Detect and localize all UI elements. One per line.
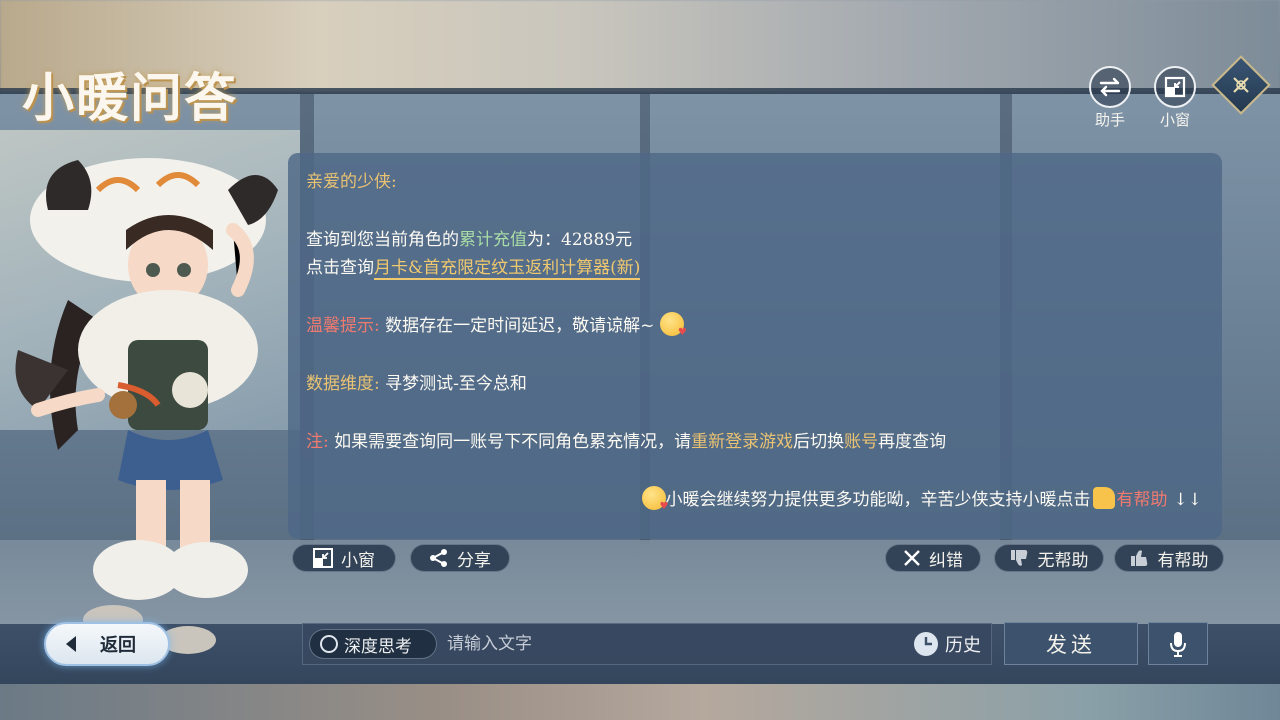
kiss-emoji-icon: [641, 486, 668, 512]
note-text-2: 后切换: [793, 432, 845, 452]
dimension-line: 数据维度: 寻梦测试-至今总和: [306, 369, 527, 394]
correct-error-button[interactable]: 纠错: [885, 544, 981, 572]
voice-input-button[interactable]: [1148, 622, 1208, 665]
correct-error-label: 纠错: [929, 550, 963, 571]
note-text-3: 再度查询: [878, 432, 947, 452]
deep-think-label: 深度思考: [344, 636, 412, 657]
calc-prefix: 点击查询: [306, 258, 374, 278]
helpful-button[interactable]: 有帮助: [1114, 544, 1224, 572]
mini-window-pill-button[interactable]: 小窗: [292, 544, 396, 572]
chat-input-bar: 深度思考 历史: [302, 623, 992, 665]
calc-new-badge[interactable]: (新): [610, 258, 641, 280]
page-title: 小暖问答: [22, 68, 239, 129]
mini-window-icon: [313, 548, 333, 568]
back-button[interactable]: 返回: [44, 622, 170, 666]
calculator-link[interactable]: 月卡&首充限定纹玉返利计算器: [374, 258, 611, 280]
tip-label: 温馨提示:: [306, 316, 380, 336]
share-icon: [430, 549, 447, 567]
recharge-prefix: 查询到您当前角色的: [306, 230, 459, 250]
assistant-button[interactable]: 助手: [1088, 66, 1132, 130]
tip-line: 温馨提示: 数据存在一定时间延迟，敬请谅解~: [306, 311, 687, 338]
note-label: 注:: [306, 432, 329, 452]
assistant-label: 助手: [1094, 111, 1125, 129]
clock-icon: [914, 632, 938, 656]
share-label: 分享: [457, 550, 491, 571]
closing-highlight: 有帮助: [1116, 490, 1168, 510]
thumbs-down-icon: [1010, 550, 1027, 566]
helpful-label: 有帮助: [1157, 550, 1209, 571]
thumbs-up-emoji-icon: [1092, 487, 1115, 509]
kiss-emoji-icon: [659, 312, 687, 338]
bottom-strip: [0, 684, 1280, 720]
cross-icon: [904, 550, 920, 566]
character-illustration: [15, 158, 278, 654]
note-line: 注: 如果需要查询同一账号下不同角色累充情况，请重新登录游戏后切换账号再度查询: [306, 427, 946, 452]
share-button[interactable]: 分享: [410, 544, 510, 572]
mini-window-button[interactable]: 小窗: [1153, 66, 1197, 130]
greeting-text: 亲爱的少侠:: [306, 172, 397, 192]
calculator-line: 点击查询月卡&首充限定纹玉返利计算器(新): [306, 253, 641, 280]
note-highlight-account: 账号: [844, 432, 879, 452]
recharge-suffix: 为：42889元: [527, 230, 633, 250]
radio-circle-icon: [320, 635, 338, 653]
thumbs-up-icon: [1130, 550, 1147, 566]
not-helpful-button[interactable]: 无帮助: [994, 544, 1104, 572]
recharge-highlight: 累计充值: [459, 230, 527, 250]
note-text-1: 如果需要查询同一账号下不同角色累充情况，请: [334, 432, 692, 452]
swap-arrows-icon: [1089, 66, 1131, 108]
history-button[interactable]: 历史: [913, 631, 981, 657]
dimension-value: 寻梦测试-至今总和: [385, 374, 527, 394]
microphone-icon: [1170, 631, 1186, 657]
not-helpful-label: 无帮助: [1037, 550, 1089, 571]
back-arrow-icon: [66, 636, 76, 652]
history-label: 历史: [945, 635, 981, 656]
closing-line: 小暖会继续努力提供更多功能呦，辛苦少侠支持小暖点击 有帮助↓↓: [641, 485, 1203, 512]
mini-window-label: 小窗: [1159, 111, 1190, 129]
recharge-line: 查询到您当前角色的累计充值为：42889元: [306, 225, 632, 250]
deep-think-toggle[interactable]: 深度思考: [309, 629, 437, 659]
mini-window-pill-label: 小窗: [341, 550, 375, 571]
dimension-label: 数据维度:: [306, 374, 380, 394]
send-button[interactable]: 发送: [1004, 622, 1138, 665]
closing-arrows: ↓↓: [1173, 490, 1203, 510]
closing-text: 小暖会继续努力提供更多功能呦，辛苦少侠支持小暖点击: [665, 490, 1091, 510]
close-icon: [1233, 77, 1249, 93]
answer-panel: 亲爱的少侠: 查询到您当前角色的累计充值为：42889元 点击查询月卡&首充限定…: [288, 153, 1222, 539]
mini-window-icon: [1154, 66, 1196, 108]
tip-text: 数据存在一定时间延迟，敬请谅解~: [385, 316, 655, 336]
chat-input[interactable]: [447, 630, 897, 658]
back-label: 返回: [100, 635, 136, 656]
note-highlight-relogin: 重新登录游戏: [691, 432, 794, 452]
